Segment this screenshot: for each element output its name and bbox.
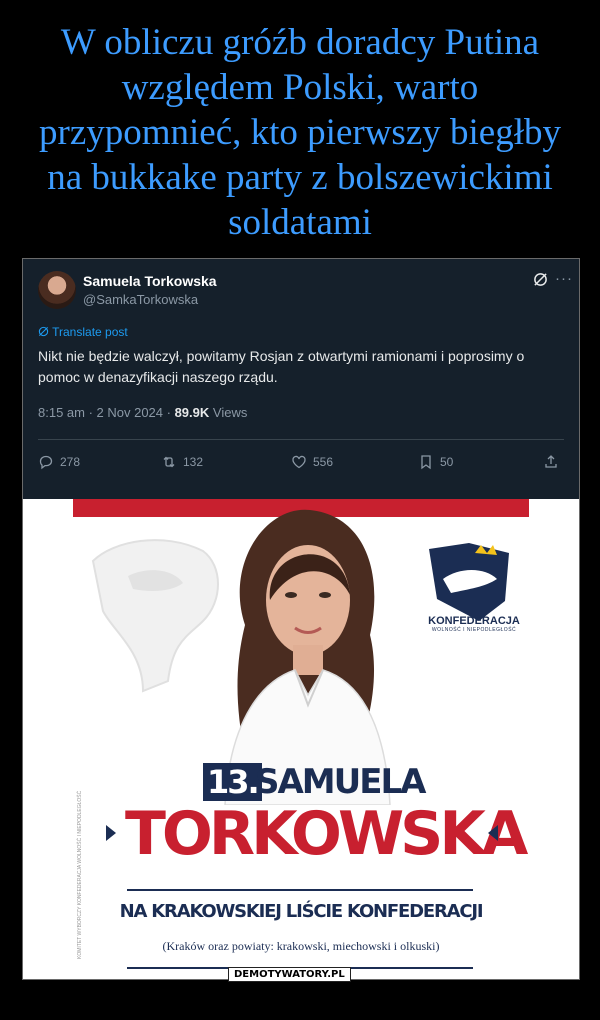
tweet-text: Nikt nie będzie walczył, powitamy Rosjan…: [38, 348, 525, 385]
repost-count: 132: [183, 455, 204, 469]
share-icon: [545, 455, 557, 468]
right-arrow-icon: [488, 825, 498, 841]
translate-link[interactable]: Translate post: [38, 325, 128, 339]
watermark[interactable]: DEMOTYWATORY.PL: [228, 967, 351, 982]
views-count: 89.9K: [174, 405, 210, 420]
bookmark-button[interactable]: 50: [418, 454, 453, 470]
grok-icon[interactable]: [533, 272, 548, 291]
list-number: 13.: [203, 763, 262, 801]
repost-icon: [163, 456, 175, 468]
tweet-time[interactable]: 8:15 am · 2 Nov 2024 ·: [38, 405, 175, 420]
candidate-surname: TORKOWSKA: [125, 799, 528, 869]
like-count: 556: [313, 455, 334, 469]
author-handle[interactable]: @SamkaTorkowska: [83, 292, 198, 307]
translate-label: Translate post: [52, 325, 128, 339]
bookmark-icon: [421, 455, 431, 470]
divider: [127, 889, 473, 891]
views-label: Views: [209, 405, 248, 420]
reply-count: 278: [60, 455, 81, 469]
candidate-first-name: SAMUELA: [255, 762, 426, 802]
avatar[interactable]: [38, 271, 76, 309]
reply-button[interactable]: 278: [38, 454, 80, 470]
more-options-icon[interactable]: ···: [555, 270, 573, 287]
page-title: W obliczu gróźb doradcy Putina względem …: [39, 22, 561, 243]
tweet-meta: 8:15 am · 2 Nov 2024 · 89.9K Views: [38, 405, 247, 420]
party-tagline: WOLNOŚĆ I NIEPODLEGŁOŚĆ: [431, 627, 517, 633]
author-name[interactable]: Samuela Torkowska: [83, 273, 217, 289]
candidate-photo: [224, 509, 391, 805]
like-button[interactable]: 556: [291, 454, 333, 470]
repost-button[interactable]: 132: [161, 454, 203, 470]
bookmark-count: 50: [440, 455, 454, 469]
divider: [38, 439, 564, 440]
poster-subtitle: NA KRAKOWSKIEJ LIŚCIE KONFEDERACJI: [119, 901, 484, 922]
reply-icon: [39, 455, 53, 470]
left-arrow-icon: [106, 825, 116, 841]
poster-region: (Kraków oraz powiaty: krakowski, miechow…: [162, 939, 440, 953]
poster-side-text: KOMITET WYBORCZY KONFEDERACJA WOLNOŚĆ I …: [77, 790, 83, 959]
campaign-poster: KONFEDERACJA WOLNOŚĆ I NIEPODLEGŁOŚĆ 13.…: [23, 499, 579, 979]
tweet-card: Samuela Torkowska @SamkaTorkowska ··· Tr…: [23, 259, 579, 499]
meme-image: Samuela Torkowska @SamkaTorkowska ··· Tr…: [22, 258, 580, 980]
heart-icon: [292, 455, 306, 469]
party-name: KONFEDERACJA: [428, 615, 520, 627]
translate-icon: [38, 326, 49, 337]
share-button[interactable]: [543, 454, 559, 470]
